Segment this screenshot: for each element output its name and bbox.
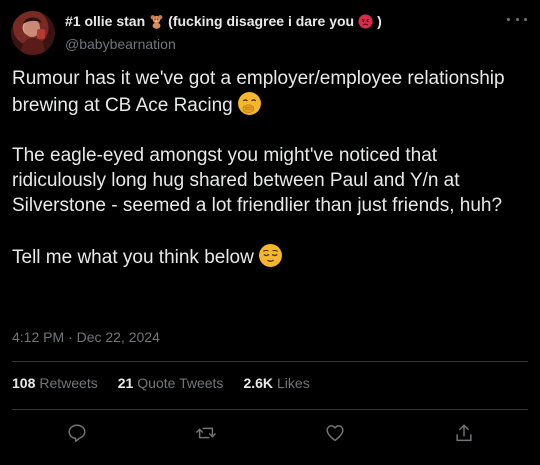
retweets-stat[interactable]: 108 Retweets bbox=[12, 375, 98, 391]
retweets-label: Retweets bbox=[39, 375, 98, 391]
paragraph-text: Tell me what you think below bbox=[12, 247, 254, 268]
share-icon bbox=[455, 424, 472, 442]
angry-face-icon bbox=[358, 13, 373, 29]
likes-count: 2.6K bbox=[243, 375, 274, 391]
tweet: #1 ollie stan (fucking disagree i dare y… bbox=[0, 0, 540, 465]
display-name-suffix: (fucking disagree i dare you bbox=[168, 13, 355, 29]
likes-stat[interactable]: 2.6K Likes bbox=[243, 375, 309, 391]
reply-button[interactable] bbox=[60, 418, 94, 448]
like-button[interactable] bbox=[318, 418, 352, 448]
divider bbox=[12, 361, 528, 362]
divider bbox=[12, 409, 528, 410]
tweet-paragraph: Tell me what you think below bbox=[12, 243, 528, 270]
action-bar bbox=[12, 418, 528, 448]
teddy-bear-icon bbox=[149, 14, 164, 29]
display-name-text: #1 ollie stan bbox=[65, 13, 146, 29]
face-with-hand-over-mouth-icon bbox=[237, 91, 262, 116]
timestamp[interactable]: 4:12 PM · Dec 22, 2024 bbox=[12, 329, 160, 345]
reply-icon bbox=[67, 424, 86, 442]
engagement-stats: 108 Retweets 21 Quote Tweets 2.6K Likes bbox=[12, 375, 310, 391]
quotes-label: Quote Tweets bbox=[137, 375, 224, 391]
retweet-button[interactable] bbox=[189, 418, 223, 448]
relieved-face-icon bbox=[258, 243, 283, 268]
handle[interactable]: @babybearnation bbox=[65, 36, 176, 52]
tweet-text: Rumour has it we've got a employer/emplo… bbox=[12, 66, 528, 270]
retweet-icon bbox=[195, 427, 216, 439]
avatar[interactable] bbox=[11, 11, 55, 55]
heart-icon bbox=[325, 425, 344, 442]
retweets-count: 108 bbox=[12, 375, 36, 391]
display-name-close: ) bbox=[377, 13, 382, 29]
likes-label: Likes bbox=[277, 375, 310, 391]
quotes-count: 21 bbox=[117, 375, 134, 391]
display-name[interactable]: #1 ollie stan (fucking disagree i dare y… bbox=[65, 13, 382, 29]
quote-tweets-stat[interactable]: 21 Quote Tweets bbox=[118, 375, 224, 391]
more-icon[interactable] bbox=[507, 12, 527, 26]
tweet-paragraph: The eagle-eyed amongst you might've noti… bbox=[12, 145, 503, 216]
tweet-paragraph: Rumour has it we've got a employer/emplo… bbox=[12, 66, 528, 118]
share-button[interactable] bbox=[447, 418, 481, 448]
